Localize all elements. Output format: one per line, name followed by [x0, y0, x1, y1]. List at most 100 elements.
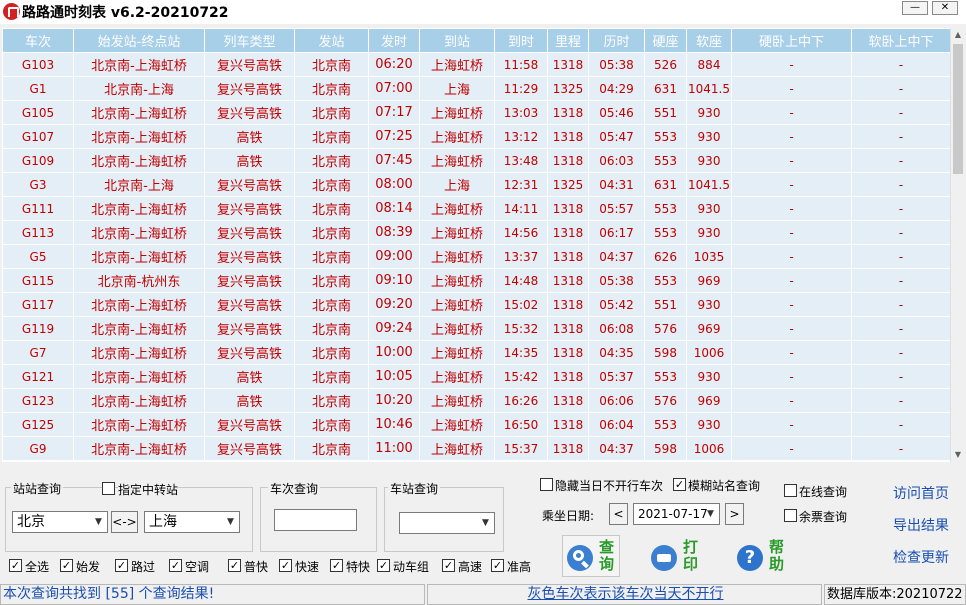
column-header[interactable]: 硬座 [644, 28, 687, 53]
table-cell: 10:05 [368, 364, 420, 389]
timetable-table: 车次 始发站-终点站 列车类型 发站 发时 到站 到时 里程 历时 硬座 软座 硬卧上中下 软卧上中下 … [2, 28, 950, 461]
table-cell: 1318 [547, 220, 589, 245]
table-row[interactable]: G117 北京南-上海虹桥 复兴号高铁 北京南 09:20 上海虹桥 15:02 1318 05… [2, 292, 950, 317]
column-header[interactable]: 到时 [494, 28, 548, 53]
table-row[interactable]: G5 北京南-上海虹桥 复兴号高铁 北京南 09:00 上海虹桥 13:37 1318 04:3… [2, 244, 950, 269]
filter-checkbox[interactable]: ✓ [330, 559, 343, 572]
table-cell: 14:11 [494, 196, 548, 221]
table-row[interactable]: G115 北京南-杭州东 复兴号高铁 北京南 09:10 上海虹桥 14:48 1318 05:… [2, 268, 950, 293]
filter-checkbox[interactable]: ✓ [9, 559, 22, 572]
table-cell: 北京南 [294, 316, 369, 341]
column-header[interactable]: 历时 [588, 28, 645, 53]
table-cell: 526 [644, 52, 687, 77]
fuzzy-search-checkbox[interactable]: ✓ [673, 478, 686, 491]
next-date-button[interactable]: > [725, 503, 744, 525]
table-row[interactable]: G125 北京南-上海虹桥 复兴号高铁 北京南 10:46 上海虹桥 16:50 1318 06… [2, 412, 950, 437]
swap-stations-button[interactable]: <-> [111, 511, 138, 533]
scroll-down-icon[interactable]: ▼ [951, 448, 965, 462]
column-header[interactable]: 列车类型 [204, 28, 295, 53]
column-header[interactable]: 发站 [294, 28, 369, 53]
table-cell: 北京南 [294, 412, 369, 437]
scroll-up-icon[interactable]: ▲ [951, 28, 965, 42]
table-row[interactable]: G123 北京南-上海虹桥 高铁 北京南 10:20 上海虹桥 16:26 1318 06:06… [2, 388, 950, 413]
table-row[interactable]: G7 北京南-上海虹桥 复兴号高铁 北京南 10:00 上海虹桥 14:35 1318 04:3… [2, 340, 950, 365]
column-header[interactable]: 发时 [368, 28, 420, 53]
table-cell: - [731, 244, 852, 269]
table-cell: 14:48 [494, 268, 548, 293]
table-cell: - [731, 148, 852, 173]
help-icon: ? [737, 545, 763, 571]
table-cell: - [851, 364, 950, 389]
table-cell: 1318 [547, 244, 589, 269]
column-header[interactable]: 软座 [686, 28, 732, 53]
ticket-query-label: 余票查询 [799, 510, 848, 524]
scroll-thumb[interactable] [953, 44, 963, 174]
column-header[interactable]: 始发站-终点站 [73, 28, 205, 53]
column-header[interactable]: 软卧上中下 [851, 28, 950, 53]
table-cell: G113 [2, 220, 74, 245]
filter-checkbox[interactable]: ✓ [115, 559, 128, 572]
table-cell: 969 [686, 316, 732, 341]
filter-checkbox[interactable]: ✓ [377, 559, 390, 572]
column-header[interactable]: 硬卧上中下 [731, 28, 852, 53]
table-row[interactable]: G113 北京南-上海虹桥 复兴号高铁 北京南 08:39 上海虹桥 14:56 1318 06… [2, 220, 950, 245]
table-cell: - [851, 100, 950, 125]
table-row[interactable]: G103 北京南-上海虹桥 复兴号高铁 北京南 06:20 上海虹桥 11:58 1318 05… [2, 52, 950, 77]
table-cell: 上海虹桥 [419, 412, 495, 437]
online-query-checkbox[interactable] [784, 484, 797, 497]
filter-checkbox[interactable]: ✓ [279, 559, 292, 572]
to-station-select[interactable]: 上海 ▼ [144, 511, 240, 533]
filter-checkbox[interactable]: ✓ [169, 559, 182, 572]
column-header[interactable]: 车次 [2, 28, 74, 53]
prev-date-button[interactable]: < [609, 503, 628, 525]
table-row[interactable]: G119 北京南-上海虹桥 复兴号高铁 北京南 09:24 上海虹桥 15:32 1318 06… [2, 316, 950, 341]
column-header[interactable]: 里程 [547, 28, 589, 53]
table-cell: 551 [644, 292, 687, 317]
filter-checkbox[interactable]: ✓ [442, 559, 455, 572]
table-cell: 北京南-上海虹桥 [73, 388, 205, 413]
stop-station-select[interactable]: ▼ [399, 512, 495, 534]
visit-home-link[interactable]: 访问首页 [893, 483, 949, 503]
date-picker[interactable]: 2021-07-17 ▼ [633, 503, 720, 525]
search-button[interactable]: 查询 [562, 535, 620, 577]
table-cell: 1318 [547, 100, 589, 125]
table-row[interactable]: G3 北京南-上海 复兴号高铁 北京南 08:00 上海 12:31 1325 04:31 631… [2, 172, 950, 197]
table-cell: - [731, 292, 852, 317]
filter-checkbox[interactable]: ✓ [228, 559, 241, 572]
chevron-down-icon: ▼ [227, 517, 234, 527]
hide-not-running-checkbox[interactable] [540, 478, 553, 491]
vertical-scrollbar[interactable]: ▲ ▼ [950, 28, 964, 462]
from-station-select[interactable]: 北京 ▼ [12, 511, 108, 533]
train-number-input[interactable] [274, 509, 357, 531]
table-cell: 北京南 [294, 148, 369, 173]
table-row[interactable]: G121 北京南-上海虹桥 高铁 北京南 10:05 上海虹桥 15:42 1318 05:37… [2, 364, 950, 389]
table-cell: 05:47 [588, 124, 645, 149]
print-button[interactable]: 打印 [646, 535, 704, 577]
filter-checkbox[interactable]: ✓ [60, 559, 73, 572]
ticket-query-checkbox[interactable] [784, 509, 797, 522]
table-row[interactable]: G105 北京南-上海虹桥 复兴号高铁 北京南 07:17 上海虹桥 13:03 1318 05… [2, 100, 950, 125]
column-header[interactable]: 到站 [419, 28, 495, 53]
table-row[interactable]: G1 北京南-上海 复兴号高铁 北京南 07:00 上海 11:29 1325 04:29 631… [2, 76, 950, 101]
timetable-grid[interactable]: 车次 始发站-终点站 列车类型 发站 发时 到站 到时 里程 历时 硬座 软座 硬卧上中下 软卧上中下 … [2, 28, 950, 462]
table-cell: 553 [644, 148, 687, 173]
filter-checkbox[interactable]: ✓ [491, 559, 504, 572]
export-results-link[interactable]: 导出结果 [893, 515, 949, 535]
minimize-button[interactable]: — [902, 1, 928, 15]
check-update-link[interactable]: 检查更新 [893, 547, 949, 567]
filter-label: 动车组 [393, 560, 430, 574]
table-cell: - [731, 436, 852, 461]
table-row[interactable]: G111 北京南-上海虹桥 复兴号高铁 北京南 08:14 上海虹桥 14:11 1318 05… [2, 196, 950, 221]
header-row: 车次 始发站-终点站 列车类型 发站 发时 到站 到时 里程 历时 硬座 软座 硬卧上中下 软卧上中下 [2, 28, 950, 53]
close-button[interactable]: ✕ [932, 1, 958, 15]
table-row[interactable]: G109 北京南-上海虹桥 高铁 北京南 07:45 上海虹桥 13:48 1318 06:03… [2, 148, 950, 173]
table-cell: 05:42 [588, 292, 645, 317]
help-button[interactable]: ? 帮助 [732, 535, 790, 577]
transfer-checkbox[interactable] [102, 482, 115, 495]
table-row[interactable]: G107 北京南-上海虹桥 高铁 北京南 07:25 上海虹桥 13:12 1318 05:47… [2, 124, 950, 149]
table-cell: 11:29 [494, 76, 548, 101]
table-cell: 04:37 [588, 244, 645, 269]
table-cell: - [851, 76, 950, 101]
table-row[interactable]: G9 北京南-上海虹桥 复兴号高铁 北京南 11:00 上海虹桥 15:37 1318 04:3… [2, 436, 950, 461]
table-cell: 北京南 [294, 268, 369, 293]
